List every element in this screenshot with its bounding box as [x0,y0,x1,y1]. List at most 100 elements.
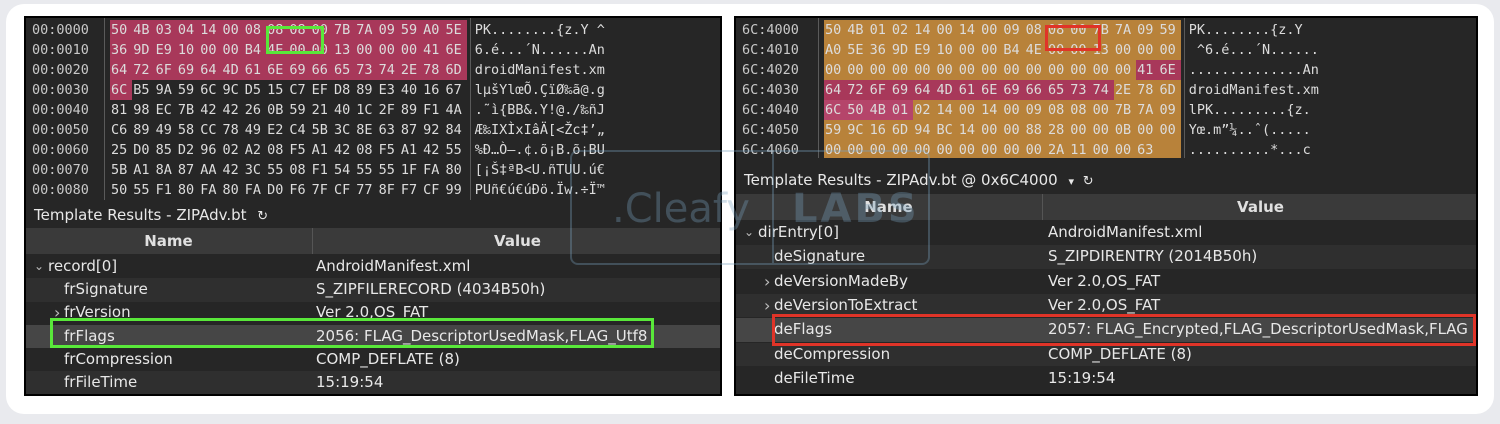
hex-byte[interactable]: 08 [266,20,289,40]
hex-byte[interactable]: 00 [824,60,847,80]
hex-byte[interactable]: 00 [957,140,981,158]
hex-byte[interactable]: 3C [333,120,355,140]
hex-byte[interactable]: 54 [333,160,355,180]
hex-byte[interactable]: 00 [980,120,1003,140]
hex-byte[interactable]: 14 [935,100,958,120]
hex-byte[interactable]: 7A [355,20,378,40]
hex-byte[interactable] [1158,140,1181,158]
hex-ascii[interactable]: ^6.é...´N...... [1189,40,1319,60]
hex-byte[interactable]: AA [199,160,221,180]
hex-byte[interactable]: 66 [310,60,333,80]
hex-byte[interactable]: 2E [1113,80,1137,100]
hex-byte[interactable]: 69 [176,60,200,80]
hex-byte[interactable]: 55 [266,160,288,180]
hex-byte[interactable]: F7 [400,180,422,200]
hex-byte[interactable]: 16 [422,80,444,100]
hex-byte[interactable]: 00 [935,20,958,40]
hex-byte[interactable]: 49 [155,120,177,140]
hex-byte[interactable]: 6C [199,80,221,100]
hex-byte[interactable]: 14 [957,120,981,140]
hex-byte[interactable]: 4A [444,100,466,120]
hex-byte[interactable]: 2A [1046,140,1070,158]
hex-byte[interactable]: 80 [221,180,243,200]
hex-byte[interactable]: 00 [1069,60,1092,80]
hex-byte[interactable]: 80 [177,180,199,200]
hex-byte[interactable]: D5 [244,80,266,100]
hex-byte[interactable]: A1 [400,140,422,160]
hex-byte[interactable]: 4B [132,20,155,40]
hex-byte[interactable]: E9 [913,40,936,60]
hex-byte[interactable]: 42 [199,100,221,120]
hex-byte[interactable]: 00 [221,20,244,40]
template-row[interactable]: deFlags 2057: FLAG_Encrypted,FLAG_Descrip… [736,318,1476,342]
hex-byte[interactable]: 74 [1091,80,1114,100]
hex-byte[interactable]: 00 [1024,140,1047,158]
hex-byte[interactable]: 42 [422,140,444,160]
hex-byte[interactable]: 69 [288,60,311,80]
hex-byte[interactable]: 00 [846,60,869,80]
hex-byte[interactable]: 49 [244,120,266,140]
hex-byte[interactable]: 6D [1158,80,1181,100]
hex-byte[interactable]: 9D [890,40,914,60]
chevron-down-icon[interactable]: ⌄ [34,255,44,279]
hex-byte[interactable]: E2 [266,120,288,140]
hex-byte[interactable]: 00 [957,60,981,80]
hex-byte[interactable]: D0 [132,140,154,160]
hex-byte[interactable]: 6F [868,80,891,100]
hex-byte[interactable]: 00 [980,20,1003,40]
hex-byte[interactable]: 00 [1046,40,1070,60]
hex-byte[interactable]: 7B [1113,100,1137,120]
hex-byte[interactable]: 42 [221,160,243,180]
hex-byte[interactable]: 81 [110,100,132,120]
hex-byte[interactable]: A0 [824,40,847,60]
hex-byte[interactable]: A0 [422,20,445,40]
hex-byte[interactable]: FA [244,180,266,200]
hex-byte[interactable]: 3C [244,160,266,180]
hex-byte[interactable]: BC [935,120,958,140]
hex-byte[interactable]: 00 [980,40,1003,60]
hex-byte[interactable]: 00 [1069,20,1092,40]
hex-byte[interactable]: 00 [221,40,244,60]
hex-byte[interactable]: 50 [846,100,869,120]
hex-view[interactable]: 00:0000 50 4B 03 04 14 00 08 08 08 00 7B 7A 09 59 A0 5E P… [26,18,720,200]
hex-byte[interactable]: 36 [868,40,891,60]
template-row[interactable]: ⌄ dirEntry[0] AndroidManifest.xml [736,221,1476,245]
hex-byte[interactable]: 09 [1002,20,1025,40]
hex-byte[interactable]: 65 [1046,80,1070,100]
hex-byte[interactable]: F1 [155,180,177,200]
hex-byte[interactable]: 00 [1046,60,1070,80]
hex-byte[interactable]: CC [199,120,221,140]
hex-byte[interactable]: F1 [422,100,444,120]
hex-ascii[interactable]: %Ð…Ò–.¢.õ¡B.õ¡BU [475,140,605,160]
hex-ascii[interactable]: lPK.........{z. [1189,100,1311,120]
hex-byte[interactable]: 02 [890,20,914,40]
hex-byte[interactable]: 15 [266,80,288,100]
hex-byte[interactable]: 10 [176,40,200,60]
hex-byte[interactable]: 64 [110,60,133,80]
hex-byte[interactable]: 00 [288,40,311,60]
template-row[interactable]: › deVersionMadeBy Ver 2.0,OS_FAT [736,270,1476,294]
template-row[interactable]: frFlags 2056: FLAG_DescriptorUsedMask,FLA… [26,324,720,349]
hex-byte[interactable]: 10 [935,40,958,60]
hex-byte[interactable]: 00 [377,40,400,60]
column-name-header[interactable]: Name [26,228,311,254]
hex-byte[interactable]: 6E [444,40,467,60]
hex-byte[interactable]: 55 [355,160,377,180]
hex-byte[interactable]: 00 [935,60,958,80]
hex-byte[interactable]: 00 [1136,120,1159,140]
hex-ascii[interactable]: 6.é...´N......An [475,40,605,60]
hex-view[interactable]: 6C:4000 50 4B 01 02 14 00 14 00 09 08 08 00 7B 7A 09 59 P… [736,18,1476,158]
hex-byte[interactable]: 55 [132,180,154,200]
hex-byte[interactable]: 09 [1136,20,1159,40]
chevron-right-icon[interactable]: › [764,294,770,318]
hex-byte[interactable]: 6F [154,60,177,80]
hex-byte[interactable]: 73 [1069,80,1092,100]
hex-byte[interactable]: 13 [1091,40,1114,60]
hex-byte[interactable]: B5 [132,80,154,100]
hex-byte[interactable]: 00 [1069,120,1092,140]
hex-byte[interactable]: 00 [980,140,1003,158]
hex-byte[interactable]: E9 [154,40,177,60]
template-row[interactable]: deFileTime 15:19:54 [736,367,1476,391]
hex-byte[interactable]: 61 [243,60,267,80]
hex-byte[interactable]: 63 [1136,140,1159,158]
